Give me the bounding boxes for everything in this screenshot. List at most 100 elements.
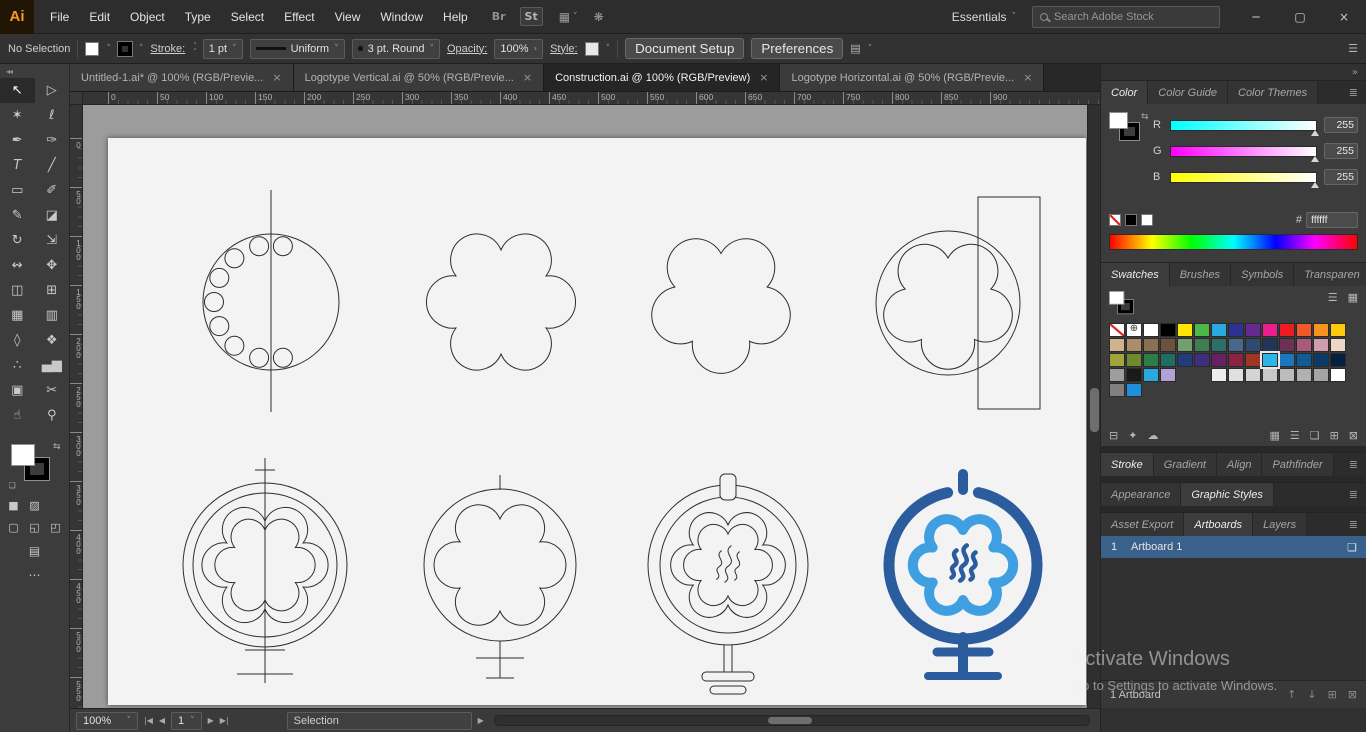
swatch[interactable] [1126, 368, 1142, 382]
panel-menu-icon[interactable]: ≣ [1341, 453, 1366, 476]
mesh-tool[interactable]: ▦ [0, 303, 35, 328]
swatch[interactable] [1245, 323, 1261, 337]
swatch[interactable] [1194, 383, 1210, 397]
swatch[interactable] [1194, 338, 1210, 352]
swatch[interactable] [1160, 368, 1176, 382]
swatch[interactable] [1296, 368, 1312, 382]
free-transform-tool[interactable]: ✥ [35, 253, 70, 278]
blue-slider[interactable] [1170, 171, 1319, 188]
stock-search-input[interactable]: Search Adobe Stock [1032, 5, 1220, 28]
next-artboard-icon[interactable]: ▶ [208, 716, 214, 725]
collapse-panels-icon[interactable]: » [1352, 67, 1358, 78]
scale-tool[interactable]: ⇲ [35, 228, 70, 253]
lasso-tool[interactable]: ℓ [35, 103, 70, 128]
construction-step-2[interactable] [425, 233, 577, 371]
swatch[interactable] [1109, 323, 1125, 337]
swatch[interactable] [1262, 338, 1278, 352]
edit-toolbar-button[interactable]: ⋯ [0, 568, 69, 582]
swatch[interactable] [1313, 338, 1329, 352]
vertical-scrollbar[interactable] [1087, 105, 1100, 708]
swatch[interactable] [1228, 338, 1244, 352]
artboard-name[interactable]: Artboard 1 [1131, 541, 1347, 553]
swatch[interactable] [1109, 353, 1125, 367]
magic-wand-tool[interactable]: ✶ [0, 103, 35, 128]
swatch[interactable] [1143, 338, 1159, 352]
close-button[interactable]: × [1322, 0, 1366, 34]
artboard[interactable] [108, 138, 1086, 705]
swatch[interactable] [1211, 323, 1227, 337]
artboard-tool[interactable]: ▣ [0, 378, 35, 403]
delete-swatch-icon[interactable]: ⊠ [1349, 429, 1358, 442]
canvas[interactable] [83, 105, 1100, 708]
swatch[interactable] [1245, 338, 1261, 352]
menu-item[interactable]: File [40, 0, 79, 34]
menu-item[interactable]: Object [120, 0, 175, 34]
swatch[interactable] [1194, 323, 1210, 337]
panel-tab[interactable]: Symbols [1231, 263, 1295, 286]
swatch[interactable] [1279, 368, 1295, 382]
close-tab-icon[interactable]: × [272, 71, 281, 84]
width-tool[interactable]: ↭ [0, 253, 35, 278]
selection-tool[interactable]: ↖ [0, 78, 35, 103]
fill-color-swatch[interactable] [85, 41, 100, 56]
close-tab-icon[interactable]: × [1023, 71, 1032, 84]
list-view-icon[interactable]: ☰ [1328, 291, 1338, 304]
swatch[interactable] [1245, 353, 1261, 367]
panel-tab[interactable]: Stroke [1101, 453, 1154, 476]
swatch[interactable] [1279, 338, 1295, 352]
menu-item[interactable]: Effect [274, 0, 324, 34]
swatch[interactable] [1194, 353, 1210, 367]
artboard-nav-select[interactable]: 1 ˅ [171, 711, 202, 730]
gradient-button[interactable]: ▨ [27, 498, 42, 512]
panel-tab[interactable]: Brushes [1169, 263, 1232, 286]
swatch[interactable] [1330, 338, 1346, 352]
panel-tab[interactable]: Color Guide [1148, 81, 1228, 104]
new-swatch-icon[interactable]: ⊞ [1330, 429, 1339, 442]
new-color-group-icon[interactable]: ❏ [1310, 429, 1320, 442]
stroke-weight-field[interactable]: 1 pt ˅ [202, 38, 243, 59]
rectangle-tool[interactable]: ▭ [0, 178, 35, 203]
fill-stroke-indicator[interactable]: ⇆ ❏ [9, 442, 61, 490]
align-options-icon[interactable]: ▤ [850, 42, 860, 55]
zoom-select[interactable]: 100% ˅ [76, 711, 138, 730]
eyedropper-tool[interactable]: ◊ [0, 328, 35, 353]
delete-artboard-icon[interactable]: ⊠ [1348, 688, 1357, 701]
panel-tab[interactable]: Color Themes [1228, 81, 1319, 104]
column-graph-tool[interactable]: ▄▆ [35, 353, 70, 378]
swatch[interactable] [1245, 383, 1261, 397]
shape-builder-tool[interactable]: ◫ [0, 278, 35, 303]
swatch[interactable] [1160, 338, 1176, 352]
none-swatch[interactable] [1109, 214, 1121, 226]
variable-width-select[interactable]: Uniform ˅ [249, 38, 345, 59]
app-logo[interactable]: Ai [0, 0, 34, 34]
panel-tab[interactable]: Asset Export [1101, 513, 1185, 536]
swatch[interactable] [1260, 351, 1280, 369]
vertical-scroll-thumb[interactable] [1090, 388, 1099, 432]
swatch[interactable] [1228, 368, 1244, 382]
construction-step-1[interactable] [202, 190, 340, 412]
swatch[interactable] [1160, 383, 1176, 397]
panel-tab[interactable]: Graphic Styles [1181, 483, 1274, 506]
hex-field[interactable]: ffffff [1306, 212, 1358, 228]
fill-color-swatch[interactable] [10, 444, 35, 466]
black-swatch[interactable] [1125, 214, 1137, 226]
swatch[interactable] [1313, 323, 1329, 337]
eraser-tool[interactable]: ◪ [35, 203, 70, 228]
swatch[interactable] [1279, 323, 1295, 337]
last-artboard-icon[interactable]: ▶| [220, 716, 229, 725]
collapse-toolbar-icon[interactable]: ◂◂ [0, 64, 69, 78]
swatch[interactable] [1296, 353, 1312, 367]
arrange-documents-button[interactable]: ▦ ˅ [559, 10, 578, 24]
symbol-sprayer-tool[interactable]: ∴ [0, 353, 35, 378]
construction-step-4[interactable] [875, 196, 1041, 410]
swatch[interactable] [1313, 368, 1329, 382]
panel-tab[interactable]: Gradient [1153, 453, 1217, 476]
panel-tab[interactable]: Color [1101, 81, 1149, 104]
slider-thumb[interactable] [1311, 181, 1319, 188]
chevron-down-icon[interactable]: ˅ [139, 44, 144, 54]
slider-thumb[interactable] [1311, 155, 1319, 162]
swatch[interactable] [1177, 383, 1193, 397]
new-artboard-icon[interactable]: ⊞ [1328, 688, 1337, 701]
shaper-tool[interactable]: ✎ [0, 203, 35, 228]
control-panel-menu-icon[interactable]: ☰ [1348, 42, 1358, 55]
